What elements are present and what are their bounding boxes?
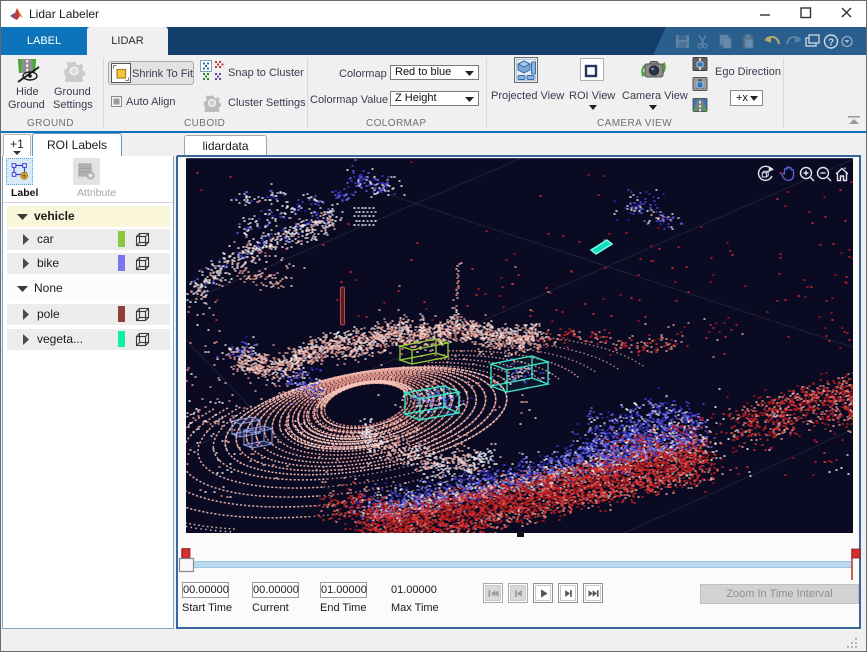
svg-text:?: ?: [828, 38, 834, 49]
